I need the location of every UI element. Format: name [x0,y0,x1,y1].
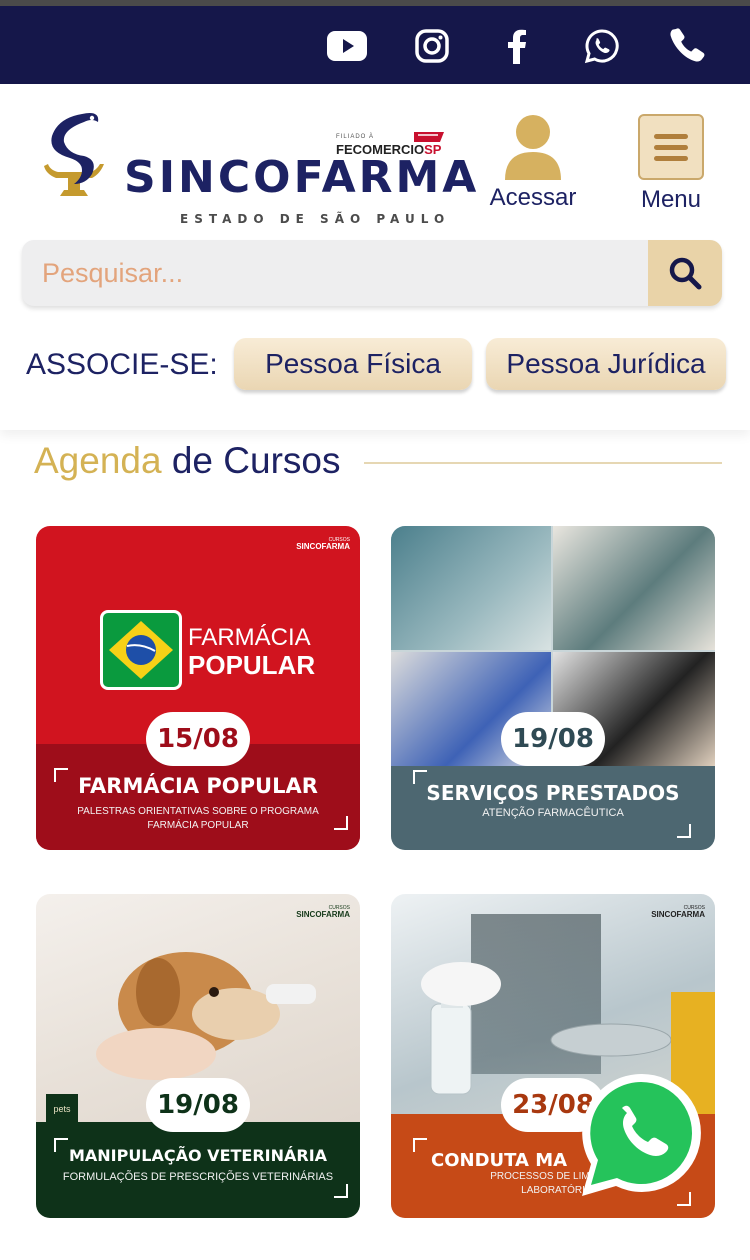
phone-icon[interactable] [665,24,709,68]
search-button[interactable] [648,240,722,306]
user-icon [505,115,561,180]
social-bar [0,6,750,84]
brand-subtitle: ESTADO DE SÃO PAULO [180,212,451,226]
course-brand-name: SINCOFARMA [296,542,350,551]
fecomercio-flag-icon [414,132,444,142]
logo-emblem-icon [44,113,104,196]
whatsapp-icon[interactable] [580,24,624,68]
course-date: 19/08 [146,1078,250,1132]
hamburger-icon [638,114,704,180]
site-header: FILIADO À FECOMERCIOSP SINCOFARMA ESTADO… [0,84,750,430]
course-photo-glucose [391,526,551,650]
search-input[interactable] [42,240,642,306]
puppy-icon [96,952,316,1080]
login-button[interactable]: Acessar [484,114,582,214]
instagram-icon[interactable] [410,24,454,68]
youtube-icon[interactable] [325,24,369,68]
brand-name: SINCOFARMA [124,152,480,203]
menu-button[interactable]: Menu [636,114,706,218]
program-logo-line2: POPULAR [188,650,316,680]
course-title: SERVIÇOS PRESTADOS [426,781,680,805]
course-title: FARMÁCIA POPULAR [78,774,318,798]
course-subtitle: ATENÇÃO FARMACÊUTICA [482,807,624,819]
menu-label: Menu [640,186,702,213]
frame-corner [334,816,348,830]
course-date: 15/08 [146,712,250,766]
section-divider [364,462,722,464]
course-brand-name: SINCOFARMA [651,910,705,919]
frame-corner [677,824,691,838]
course-photo-measure [553,526,715,650]
associe-label: ASSOCIE-SE: [26,348,218,381]
section-title: Agenda de Cursos [34,440,341,482]
search-bar [22,240,722,306]
course-brand-mark: CURSOS SINCOFARMA [651,906,705,919]
affiliation-small-text: FILIADO À [336,134,375,140]
whatsapp-icon [582,1073,701,1196]
course-card-manipulacao-veterinaria[interactable]: CURSOS SINCOFARMA pets 19/08 MANIPULAÇÃO… [36,894,360,1218]
program-logo-line1: FARMÁCIA [188,624,311,651]
course-brand-name: SINCOFARMA [296,910,350,919]
brazil-flag-icon [100,610,182,690]
whatsapp-floating-button[interactable] [580,1072,702,1198]
course-card-farmacia-popular[interactable]: CURSOS SINCOFARMA FARMÁCIA POPULAR 15/08… [36,526,360,850]
login-label: Acessar [489,184,577,211]
pessoa-fisica-button[interactable]: Pessoa Física [234,338,472,390]
sincofarma-logo[interactable]: FILIADO À FECOMERCIOSP SINCOFARMA ESTADO… [34,108,476,226]
course-subtitle: PALESTRAS ORIENTATIVAS SOBRE O PROGRAMA … [77,806,319,831]
pessoa-juridica-button[interactable]: Pessoa Jurídica [486,338,726,390]
facebook-icon[interactable] [495,24,539,68]
frame-corner [334,1184,348,1198]
course-subtitle: FORMULAÇÕES DE PRESCRIÇÕES VETERINÁRIAS [62,1171,334,1183]
page-root: FILIADO À FECOMERCIOSP SINCOFARMA ESTADO… [0,0,750,1260]
course-brand-mark: CURSOS SINCOFARMA [296,538,350,551]
pets-badge: pets [46,1094,78,1124]
course-date: 19/08 [501,712,605,766]
course-card-servicos-prestados[interactable]: 19/08 SERVIÇOS PRESTADOS ATENÇÃO FARMACÊ… [391,526,715,850]
search-icon [669,257,702,290]
section-title-accent: Agenda [34,440,162,481]
course-title: MANIPULAÇÃO VETERINÁRIA [68,1146,328,1165]
section-title-rest: de Cursos [171,440,341,481]
course-brand-mark: CURSOS SINCOFARMA [296,906,350,919]
